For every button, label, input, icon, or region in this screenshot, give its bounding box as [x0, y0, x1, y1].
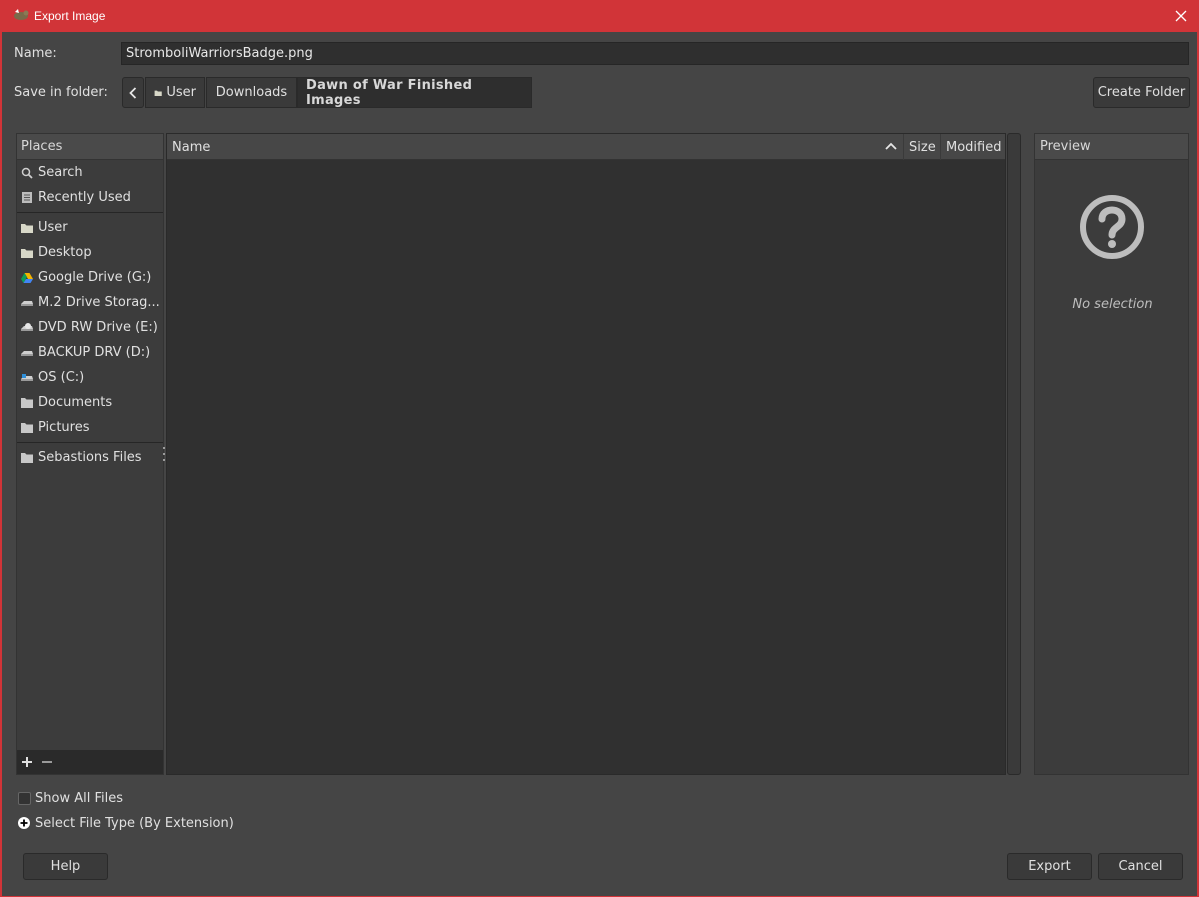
folder-icon — [19, 245, 35, 261]
place-pictures[interactable]: Pictures — [17, 415, 163, 440]
column-label: Name — [172, 139, 211, 155]
places-separator — [17, 442, 163, 443]
place-os-drive[interactable]: OS (C:) — [17, 365, 163, 390]
place-label: Pictures — [38, 420, 90, 435]
title-bar: Export Image — [2, 0, 1197, 32]
folder-icon — [19, 450, 35, 466]
name-label: Name: — [14, 46, 57, 61]
add-bookmark-button[interactable] — [21, 753, 33, 772]
place-label: Sebastions Files — [38, 450, 142, 465]
folder-icon — [154, 90, 162, 96]
places-footer — [17, 750, 163, 774]
place-m2-drive[interactable]: M.2 Drive Storag... — [17, 290, 163, 315]
place-label: BACKUP DRV (D:) — [38, 345, 151, 360]
place-dvd-drive[interactable]: DVD RW Drive (E:) — [17, 315, 163, 340]
breadcrumb-user[interactable]: User — [145, 77, 205, 108]
place-label: M.2 Drive Storag... — [38, 295, 160, 310]
column-label: Size — [909, 139, 936, 155]
place-label: Google Drive (G:) — [38, 270, 152, 285]
place-backup-drive[interactable]: BACKUP DRV (D:) — [17, 340, 163, 365]
breadcrumb-downloads[interactable]: Downloads — [206, 77, 297, 108]
places-header[interactable]: Places — [17, 134, 163, 160]
filename-input[interactable] — [121, 42, 1189, 65]
place-search[interactable]: Search — [17, 160, 163, 185]
gimp-app-icon — [14, 9, 29, 20]
window-title: Export Image — [34, 9, 106, 23]
file-type-label[interactable]: Select File Type (By Extension) — [35, 816, 234, 831]
google-drive-icon — [19, 270, 35, 286]
breadcrumb-label: User — [166, 85, 196, 100]
close-icon — [1175, 10, 1187, 22]
file-list-scrollbar[interactable] — [1007, 133, 1021, 775]
places-panel: Places Search Recently Used User Desktop — [16, 133, 164, 775]
folder-icon — [19, 395, 35, 411]
place-label: User — [38, 220, 68, 235]
help-button[interactable]: Help — [23, 853, 108, 880]
recent-icon — [19, 190, 35, 206]
cancel-button[interactable]: Cancel — [1098, 853, 1183, 880]
place-google-drive[interactable]: Google Drive (G:) — [17, 265, 163, 290]
column-name[interactable]: Name — [167, 134, 904, 160]
breadcrumb-label: Downloads — [215, 85, 288, 100]
export-button[interactable]: Export — [1007, 853, 1092, 880]
breadcrumb-back-button[interactable] — [122, 77, 144, 108]
place-sebastions-files[interactable]: Sebastions Files — [17, 445, 163, 470]
dvd-icon — [19, 320, 35, 336]
save-in-folder-label: Save in folder: — [14, 85, 108, 100]
column-label: Modified — [946, 139, 1002, 155]
breadcrumb-label: Dawn of War Finished Images — [306, 77, 473, 108]
search-icon — [19, 165, 35, 181]
show-all-files-checkbox[interactable] — [18, 792, 31, 805]
preview-empty-text: No selection — [1072, 297, 1153, 312]
file-list-header: Name Size Modified — [167, 134, 1005, 160]
chevron-left-icon — [129, 86, 137, 99]
place-desktop[interactable]: Desktop — [17, 240, 163, 265]
breadcrumb-dawn-of-war[interactable]: Dawn of War Finished Images — [297, 77, 532, 108]
place-documents[interactable]: Documents — [17, 390, 163, 415]
create-folder-button[interactable]: Create Folder — [1093, 77, 1190, 108]
remove-bookmark-button[interactable] — [41, 753, 53, 772]
preview-panel: Preview No selection — [1034, 133, 1189, 775]
place-label: Desktop — [38, 245, 92, 260]
file-list[interactable]: Name Size Modified — [166, 133, 1006, 775]
place-user[interactable]: User — [17, 215, 163, 240]
export-image-dialog: Export Image Name: Save in folder: User … — [0, 0, 1199, 897]
sort-ascending-icon — [885, 142, 897, 150]
place-label: DVD RW Drive (E:) — [38, 320, 158, 335]
close-button[interactable] — [1171, 6, 1191, 26]
place-recently-used[interactable]: Recently Used — [17, 185, 163, 210]
plus-icon — [22, 756, 32, 767]
drive-icon — [19, 345, 35, 361]
place-label: OS (C:) — [38, 370, 85, 385]
column-size[interactable]: Size — [904, 134, 941, 160]
folder-icon — [19, 220, 35, 236]
minus-icon — [42, 760, 52, 763]
place-label: Documents — [38, 395, 113, 410]
drive-icon — [19, 295, 35, 311]
place-label: Search — [38, 165, 83, 180]
place-label: Recently Used — [38, 190, 131, 205]
places-separator — [17, 212, 163, 213]
show-all-files-label[interactable]: Show All Files — [35, 791, 123, 806]
os-drive-icon — [19, 370, 35, 386]
folder-icon — [19, 420, 35, 436]
plus-icon — [20, 819, 28, 827]
preview-header: Preview — [1035, 134, 1188, 160]
file-type-expander[interactable] — [18, 817, 30, 829]
question-mark-icon — [1080, 195, 1144, 259]
column-modified[interactable]: Modified — [941, 134, 1005, 160]
